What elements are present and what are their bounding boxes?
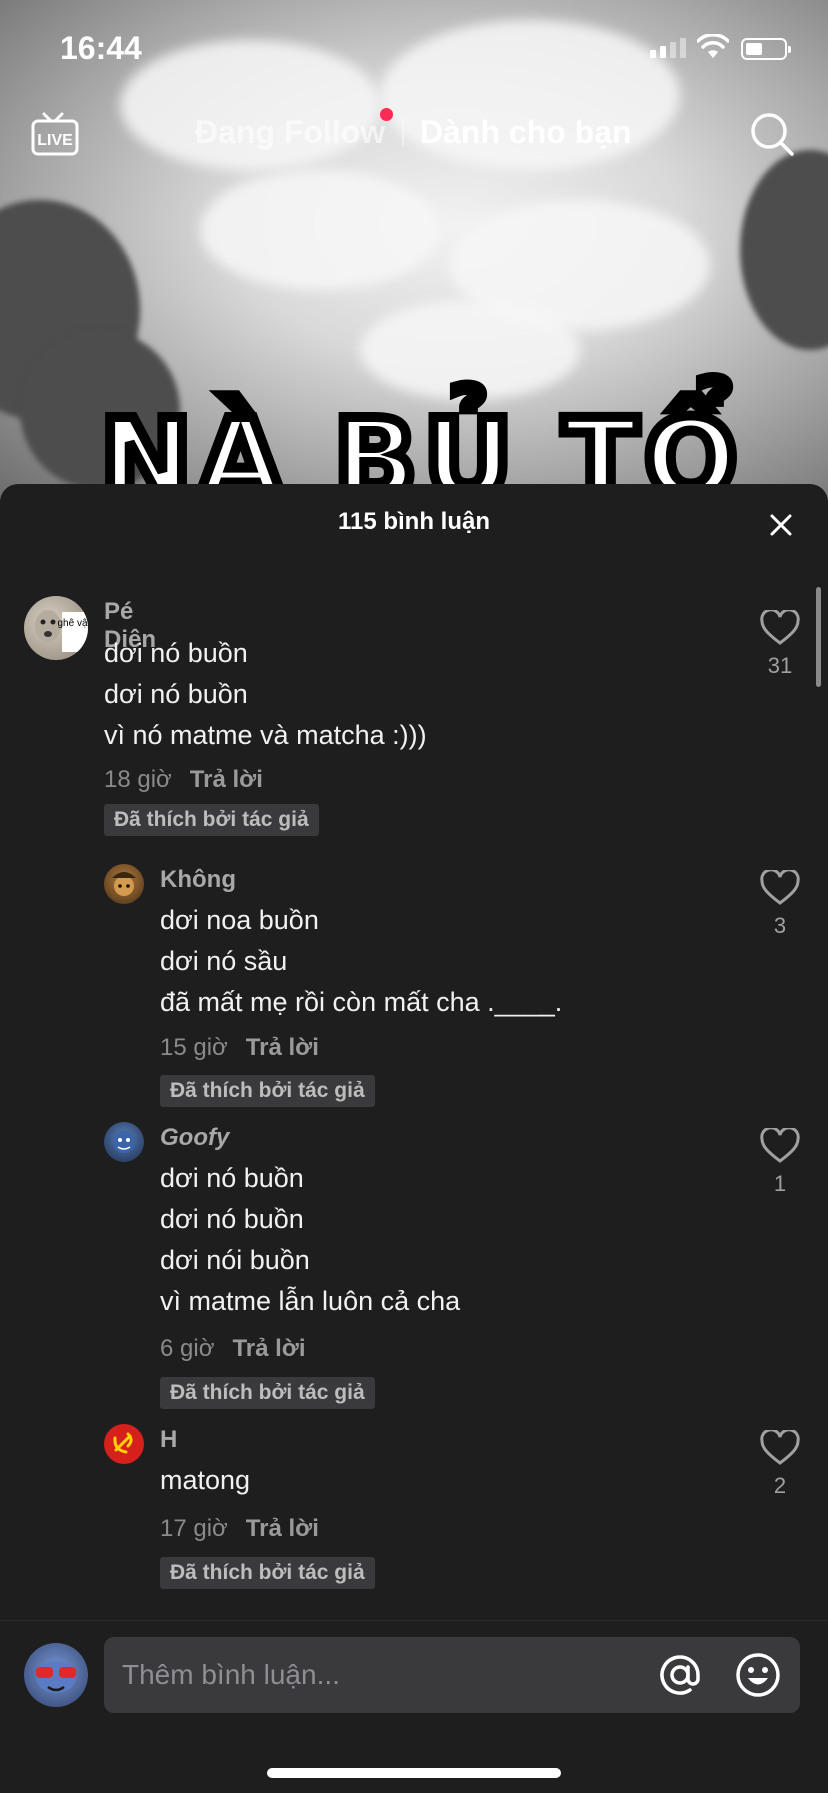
comment-text: dơi nó buồn <box>104 679 248 709</box>
scrollbar[interactable] <box>816 587 821 687</box>
notification-dot <box>380 108 393 121</box>
heart-icon[interactable] <box>760 608 800 646</box>
comment-text: matong <box>160 1465 251 1495</box>
comment-input[interactable]: Thêm bình luận... <box>104 1637 800 1713</box>
like-button[interactable]: 1 <box>755 1126 805 1197</box>
reply-button[interactable]: Trả lời <box>246 1034 319 1061</box>
comment-time: 6 giờ <box>160 1335 215 1362</box>
tab-for-you[interactable]: Dành cho bạn <box>420 114 632 151</box>
liked-by-author-badge: Đã thích bởi tác giả <box>160 1557 375 1589</box>
comment-count: 115 bình luận <box>337 508 491 535</box>
comments-sheet: 115 bình luận ghê vậy Pé Diên dơi nó buồ… <box>0 484 828 1792</box>
status-time: 16:44 <box>60 30 142 66</box>
like-button[interactable]: 2 <box>755 1428 805 1499</box>
live-label: LIVE <box>37 132 73 149</box>
status-bar: 16:44 <box>0 0 828 100</box>
comment-username[interactable]: Không <box>160 866 236 894</box>
like-button[interactable]: 3 <box>755 868 805 939</box>
heart-icon[interactable] <box>760 1126 800 1164</box>
comment-text: dơi nói buồn <box>160 1245 310 1275</box>
like-count: 2 <box>773 1473 787 1498</box>
avatar[interactable] <box>104 864 144 904</box>
cellular-signal-icon <box>650 38 686 58</box>
comment-input-placeholder: Thêm bình luận... <box>122 1659 340 1690</box>
comment-meta: 18 giờ Trả lời <box>104 766 263 794</box>
liked-by-author-badge: Đã thích bởi tác giả <box>104 804 319 836</box>
heart-icon[interactable] <box>760 1428 800 1466</box>
reply-button[interactable]: Trả lời <box>246 1515 319 1542</box>
avatar-caption: ghê vậy <box>57 618 88 629</box>
comment-time: 18 giờ <box>104 766 172 793</box>
comment-text: vì matme lẫn luôn cả cha <box>160 1286 461 1316</box>
comments-header: 115 bình luận <box>0 484 828 564</box>
battery-icon <box>741 38 791 60</box>
comment-username[interactable]: H <box>160 1426 177 1454</box>
comment-meta: 17 giờ Trả lời <box>160 1515 319 1543</box>
comment-text: đã mất mẹ rồi còn mất cha .____. <box>160 987 563 1017</box>
comment-meta: 6 giờ Trả lời <box>160 1335 306 1363</box>
mention-icon[interactable] <box>656 1651 704 1699</box>
like-count: 3 <box>773 913 787 938</box>
like-button[interactable]: 31 <box>755 608 805 679</box>
comment-text: dơi nó sầu <box>160 946 288 976</box>
emoji-icon[interactable] <box>734 1651 782 1699</box>
comment-text: dơi nó buồn <box>104 638 248 668</box>
avatar[interactable] <box>104 1122 144 1162</box>
liked-by-author-badge: Đã thích bởi tác giả <box>160 1377 375 1409</box>
my-avatar <box>24 1643 88 1707</box>
comment-text: dơi nó buồn <box>160 1163 304 1193</box>
comment-time: 15 giờ <box>160 1034 228 1061</box>
comment-text: dơi noa buồn <box>160 905 319 935</box>
wifi-icon <box>697 34 729 58</box>
heart-icon[interactable] <box>760 868 800 906</box>
comment-text: dơi nó buồn <box>160 1204 304 1234</box>
comment-text: vì nó matme và matcha :))) <box>104 720 427 750</box>
close-icon[interactable] <box>764 508 798 542</box>
top-navigation: LIVE Đang Follow Dành cho bạn <box>0 100 828 170</box>
live-icon[interactable]: LIVE <box>30 110 80 165</box>
comment-time: 17 giờ <box>160 1515 228 1542</box>
home-indicator[interactable] <box>267 1768 561 1778</box>
like-count: 1 <box>773 1171 787 1196</box>
reply-button[interactable]: Trả lời <box>190 766 263 793</box>
avatar[interactable] <box>104 1424 144 1464</box>
tab-following[interactable]: Đang Follow <box>195 114 385 151</box>
like-count: 31 <box>767 653 793 678</box>
liked-by-author-badge: Đã thích bởi tác giả <box>160 1075 375 1107</box>
tab-divider <box>402 118 404 146</box>
comment-username[interactable]: Goofy <box>160 1124 229 1152</box>
comment-meta: 15 giờ Trả lời <box>160 1034 319 1062</box>
reply-button[interactable]: Trả lời <box>232 1335 305 1362</box>
avatar[interactable]: ghê vậy <box>24 596 88 660</box>
search-icon[interactable] <box>748 110 796 158</box>
